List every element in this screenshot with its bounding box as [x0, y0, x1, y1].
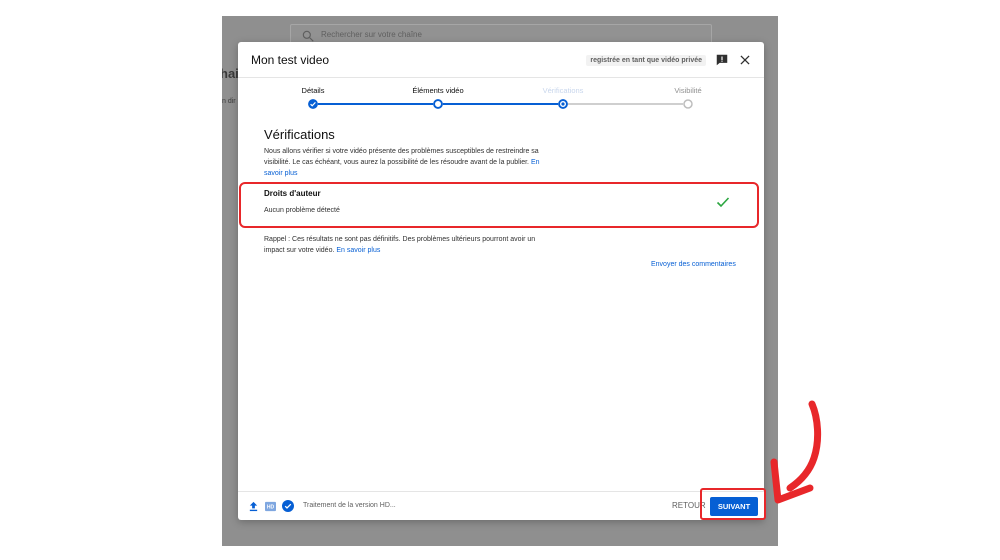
annotation-arrow-icon	[770, 400, 822, 504]
step-label-checks[interactable]: Vérifications	[543, 86, 584, 95]
step-current-dot-icon[interactable]	[558, 99, 568, 109]
dialog-footer: HD Traitement de la version HD... RETOUR…	[238, 491, 764, 520]
background-page-title: hai	[222, 66, 239, 81]
header-overlap	[478, 78, 576, 86]
dialog-header: Mon test video registrée en tant que vid…	[238, 42, 764, 78]
reminder-learn-more-link[interactable]: En savoir plus	[336, 247, 380, 254]
background-page-subtitle: n dir	[222, 98, 236, 105]
step-pending-dot-icon[interactable]	[683, 99, 693, 109]
annotation-highlight-next	[700, 488, 766, 520]
reminder-text: Rappel : Ces résultats ne sont pas défin…	[264, 236, 536, 254]
upload-dialog: Mon test video registrée en tant que vid…	[238, 42, 764, 520]
step-label-visibility[interactable]: Visibilité	[674, 86, 701, 95]
step-label-video-elements[interactable]: Éléments vidéo	[412, 86, 463, 95]
step-label-details[interactable]: Détails	[302, 86, 325, 95]
send-feedback-link[interactable]: Envoyer des commentaires	[651, 261, 736, 268]
search-icon	[302, 30, 314, 42]
feedback-icon[interactable]	[715, 53, 729, 67]
background-search-placeholder: Rechercher sur votre chaîne	[321, 30, 422, 39]
processing-status: Traitement de la version HD...	[303, 502, 396, 509]
hd-icon: HD	[265, 501, 276, 512]
screenshot-stage: Rechercher sur votre chaîne hai n dir Mo…	[0, 0, 1000, 560]
step-done-check-icon[interactable]	[308, 99, 318, 109]
upload-icon	[249, 501, 258, 512]
hd-badge-text: HD	[267, 505, 275, 511]
stepper-track-pending	[563, 103, 688, 105]
dialog-title: Mon test video	[251, 53, 330, 67]
saved-status-badge: registrée en tant que vidéo privée	[586, 55, 706, 66]
checks-description-text: Nous allons vérifier si votre vidéo prés…	[264, 148, 539, 166]
checks-title: Vérifications	[264, 127, 335, 142]
checks-description: Nous allons vérifier si votre vidéo prés…	[264, 146, 554, 179]
step-done-dot-icon[interactable]	[433, 99, 443, 109]
upload-stepper: Détails Éléments vidéo Vérifications Vis…	[238, 78, 764, 118]
reminder-note: Rappel : Ces résultats ne sont pas défin…	[264, 234, 554, 256]
annotation-highlight-copyright	[239, 182, 759, 228]
close-icon[interactable]	[738, 53, 752, 67]
check-circle-icon	[282, 500, 294, 512]
